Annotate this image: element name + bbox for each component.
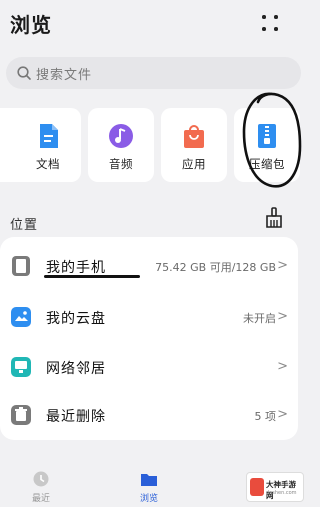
trash-icon bbox=[11, 405, 31, 425]
search-input[interactable]: 搜索文件 bbox=[6, 57, 301, 89]
title-bar: 浏览 bbox=[0, 0, 308, 52]
location-label: 最近删除 bbox=[46, 409, 106, 425]
category-label: 文档 bbox=[36, 157, 60, 171]
category-label: 音频 bbox=[109, 157, 133, 171]
more-options-button[interactable] bbox=[258, 12, 282, 34]
category-audio[interactable]: 音频 bbox=[88, 108, 154, 182]
dot-icon bbox=[274, 15, 278, 19]
category-documents[interactable]: 文档 bbox=[15, 108, 81, 182]
document-icon bbox=[40, 124, 58, 148]
chevron-right-icon: > bbox=[277, 309, 288, 324]
location-label: 我的手机 bbox=[46, 260, 106, 276]
section-title-locations: 位置 bbox=[10, 218, 39, 233]
phone-icon bbox=[12, 256, 30, 276]
deleted-count-value: 5 项 bbox=[254, 410, 277, 423]
chevron-right-icon: > bbox=[277, 407, 288, 422]
chevron-right-icon: > bbox=[277, 359, 288, 374]
cloud-drive-icon bbox=[11, 307, 31, 327]
dot-icon bbox=[274, 27, 278, 31]
dot-icon bbox=[262, 15, 266, 19]
tab-label: 最近 bbox=[31, 494, 50, 504]
hand-drawn-underline-mark bbox=[44, 275, 140, 278]
watermark-subtext: dashen.com bbox=[266, 490, 297, 496]
folder-icon bbox=[141, 474, 157, 486]
category-apps[interactable]: 应用 bbox=[161, 108, 227, 182]
broom-icon[interactable] bbox=[264, 207, 284, 229]
search-placeholder: 搜索文件 bbox=[36, 68, 93, 83]
shopping-bag-icon bbox=[184, 125, 204, 148]
clock-icon bbox=[33, 471, 49, 487]
location-row-my-cloud[interactable]: 我的云盘 未开启 > bbox=[0, 292, 298, 342]
location-row-my-phone[interactable]: 我的手机 75.42 GB 可用/128 GB > bbox=[0, 241, 298, 291]
category-label: 压缩包 bbox=[249, 157, 285, 171]
location-label: 我的云盘 bbox=[46, 311, 106, 327]
location-row-network[interactable]: 网络邻居 > bbox=[0, 342, 298, 392]
dot-icon bbox=[262, 27, 266, 31]
locations-card: 我的手机 75.42 GB 可用/128 GB > 我的云盘 未开启 > 网络邻… bbox=[0, 237, 298, 440]
zip-archive-icon bbox=[258, 124, 276, 148]
tab-recent[interactable]: 最近 bbox=[11, 466, 71, 507]
tab-label: 浏览 bbox=[139, 494, 158, 504]
category-archives[interactable]: 压缩包 bbox=[234, 108, 300, 182]
chevron-right-icon: > bbox=[277, 258, 288, 273]
location-label: 网络邻居 bbox=[46, 361, 106, 377]
music-icon bbox=[109, 124, 133, 148]
watermark-logo: 大神手游网 dashen.com bbox=[246, 472, 304, 502]
search-icon bbox=[17, 66, 31, 80]
cloud-status-value: 未开启 bbox=[243, 312, 276, 325]
page-title: 浏览 bbox=[10, 13, 52, 37]
category-label: 应用 bbox=[182, 157, 206, 171]
watermark-badge-icon bbox=[250, 478, 264, 496]
location-row-recently-deleted[interactable]: 最近删除 5 项 > bbox=[0, 390, 298, 440]
storage-value: 75.42 GB 可用/128 GB bbox=[155, 261, 276, 274]
tab-browse[interactable]: 浏览 bbox=[119, 466, 179, 507]
network-neighbor-icon bbox=[11, 357, 31, 377]
